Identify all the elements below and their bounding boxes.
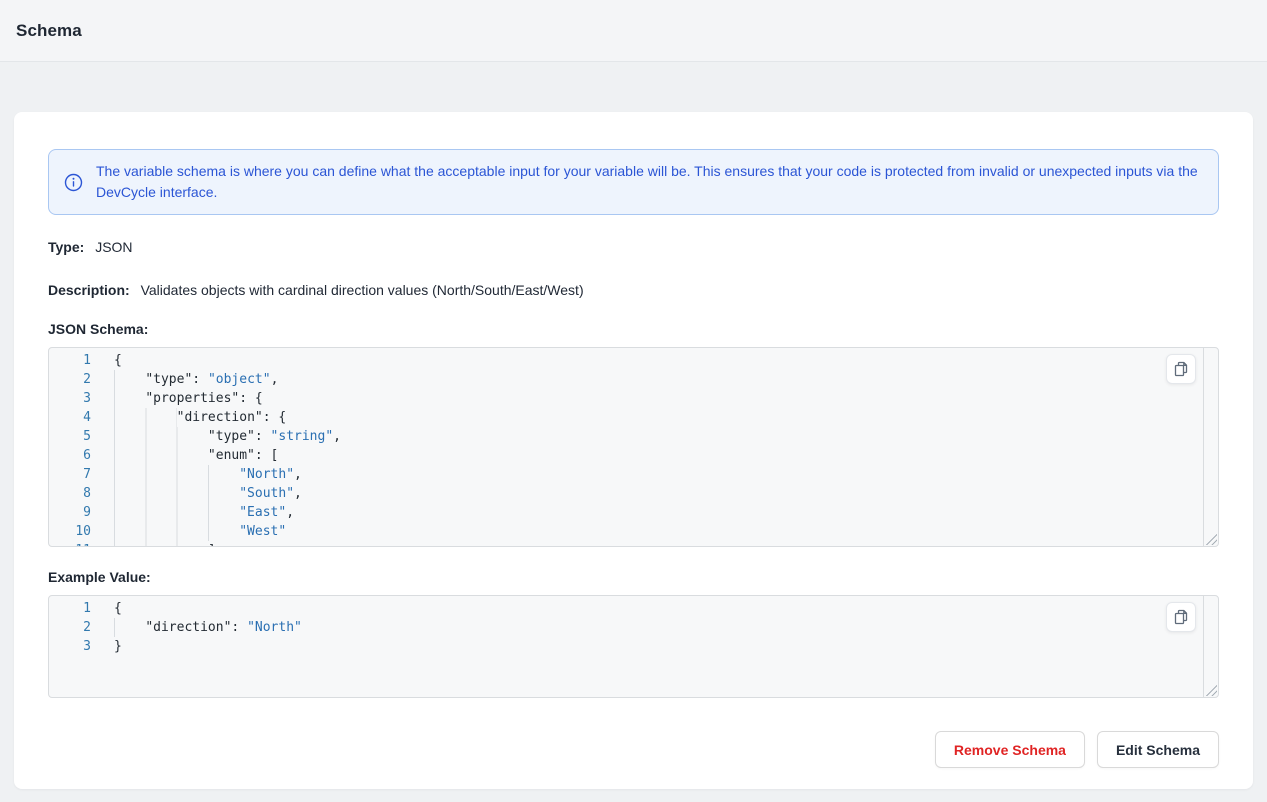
- line-number: 9: [49, 503, 91, 522]
- page-body: The variable schema is where you can def…: [0, 62, 1267, 801]
- code-line: 2 "direction": "North": [49, 618, 1218, 637]
- line-number: 3: [49, 389, 91, 408]
- page-header: Schema: [0, 0, 1267, 62]
- code-line-text: "West": [114, 522, 286, 541]
- description-value: Validates objects with cardinal directio…: [141, 282, 584, 298]
- code-line-text: "direction": "North": [114, 618, 302, 637]
- line-number: 2: [49, 618, 91, 637]
- page-title: Schema: [16, 21, 82, 41]
- code-line-text: {: [114, 351, 122, 370]
- code-line: 11 ]: [49, 541, 1218, 547]
- code-line: 3 "properties": {: [49, 389, 1218, 408]
- line-number: 5: [49, 427, 91, 446]
- line-number: 10: [49, 522, 91, 541]
- code-line: 8 "South",: [49, 484, 1218, 503]
- code-line-text: "South",: [114, 484, 302, 503]
- type-label: Type:: [48, 239, 84, 255]
- code-line: 5 "type": "string",: [49, 427, 1218, 446]
- editor-scroll-track: [1203, 596, 1204, 697]
- edit-schema-button[interactable]: Edit Schema: [1097, 731, 1219, 768]
- info-circle-icon: [64, 173, 83, 192]
- type-field: Type: JSON: [48, 239, 1219, 256]
- description-field: Description: Validates objects with card…: [48, 282, 1219, 299]
- code-line-text: }: [114, 637, 122, 656]
- line-number: 4: [49, 408, 91, 427]
- json-schema-editor[interactable]: 1{2 "type": "object",3 "properties": {4 …: [48, 347, 1219, 547]
- line-number: 3: [49, 637, 91, 656]
- code-line: 1{: [49, 599, 1218, 618]
- line-number: 11: [49, 541, 91, 547]
- line-number: 2: [49, 370, 91, 389]
- code-line: 9 "East",: [49, 503, 1218, 522]
- code-line: 10 "West": [49, 522, 1218, 541]
- code-line-text: "direction": {: [114, 408, 286, 427]
- code-lines: 1{2 "direction": "North"3}: [49, 596, 1218, 656]
- code-line: 2 "type": "object",: [49, 370, 1218, 389]
- copy-json-schema-button[interactable]: [1166, 354, 1196, 384]
- code-line-text: {: [114, 599, 122, 618]
- copy-icon: [1173, 609, 1189, 625]
- code-line-text: "type": "string",: [114, 427, 341, 446]
- example-value-label: Example Value:: [48, 569, 1219, 585]
- code-line-text: "properties": {: [114, 389, 263, 408]
- remove-schema-button[interactable]: Remove Schema: [935, 731, 1085, 768]
- description-label: Description:: [48, 282, 130, 298]
- actions-row: Remove Schema Edit Schema: [48, 731, 1219, 768]
- type-value: JSON: [95, 239, 132, 255]
- info-alert-text: The variable schema is where you can def…: [96, 161, 1202, 203]
- info-alert: The variable schema is where you can def…: [48, 149, 1219, 215]
- code-line-text: "East",: [114, 503, 294, 522]
- code-line-text: "North",: [114, 465, 302, 484]
- line-number: 1: [49, 351, 91, 370]
- line-number: 1: [49, 599, 91, 618]
- schema-card: The variable schema is where you can def…: [14, 112, 1253, 789]
- editor-scroll-track: [1203, 348, 1204, 546]
- copy-example-value-button[interactable]: [1166, 602, 1196, 632]
- code-line: 4 "direction": {: [49, 408, 1218, 427]
- code-line: 3}: [49, 637, 1218, 656]
- code-line-text: ]: [114, 541, 216, 547]
- example-value-editor[interactable]: 1{2 "direction": "North"3}: [48, 595, 1219, 698]
- line-number: 7: [49, 465, 91, 484]
- code-line: 6 "enum": [: [49, 446, 1218, 465]
- line-number: 8: [49, 484, 91, 503]
- json-schema-label: JSON Schema:: [48, 321, 1219, 337]
- copy-icon: [1173, 361, 1189, 377]
- code-line: 1{: [49, 351, 1218, 370]
- code-line-text: "enum": [: [114, 446, 278, 465]
- code-line-text: "type": "object",: [114, 370, 278, 389]
- code-lines: 1{2 "type": "object",3 "properties": {4 …: [49, 348, 1218, 547]
- code-line: 7 "North",: [49, 465, 1218, 484]
- line-number: 6: [49, 446, 91, 465]
- resize-handle-icon[interactable]: [1204, 683, 1217, 696]
